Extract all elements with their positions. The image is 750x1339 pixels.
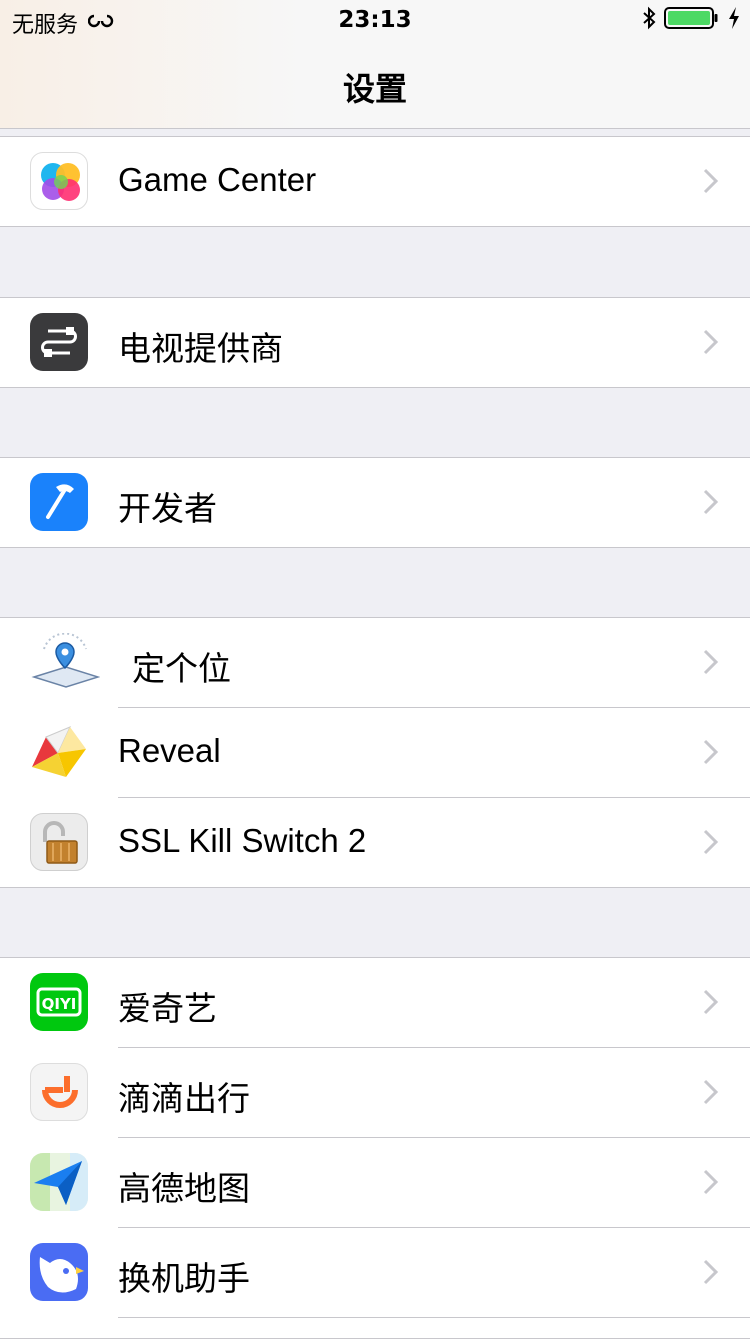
iqiyi-app-icon: QIYI bbox=[30, 973, 88, 1031]
settings-row-reveal[interactable]: Reveal bbox=[30, 708, 750, 798]
tv-provider-icon bbox=[30, 313, 88, 371]
navigation-bar: 设置 bbox=[0, 40, 750, 129]
settings-group-developer: 开发者 bbox=[0, 457, 750, 548]
settings-group-tweaks: 定个位 Reveal SSL Kill Switch 2 bbox=[0, 617, 750, 888]
chevron-right-icon bbox=[703, 649, 719, 675]
settings-row-game-center[interactable]: Game Center bbox=[30, 137, 750, 226]
row-label: Reveal bbox=[118, 732, 221, 769]
reveal-app-icon bbox=[30, 723, 88, 781]
chevron-right-icon bbox=[703, 1169, 719, 1195]
chevron-right-icon bbox=[703, 739, 719, 765]
chevron-right-icon bbox=[703, 1079, 719, 1105]
settings-group-apps: QIYI 爱奇艺 滴滴出行 高德地图 换机助手 bbox=[0, 957, 750, 1339]
settings-row-didi[interactable]: 滴滴出行 bbox=[30, 1048, 750, 1138]
page-title: 设置 bbox=[342, 70, 407, 108]
row-label: 换机助手 bbox=[118, 1260, 250, 1297]
didi-app-icon bbox=[30, 1063, 88, 1121]
settings-row-amap[interactable]: 高德地图 bbox=[30, 1138, 750, 1228]
bluetooth-icon bbox=[642, 6, 656, 36]
charging-bolt-icon bbox=[728, 6, 740, 36]
location-pin-icon bbox=[30, 633, 100, 691]
settings-row-ssl-kill-switch[interactable]: SSL Kill Switch 2 bbox=[30, 798, 750, 887]
settings-row-location[interactable]: 定个位 bbox=[30, 618, 750, 708]
settings-row-phone-clone[interactable]: 换机助手 bbox=[30, 1228, 750, 1318]
row-label: 高德地图 bbox=[118, 1170, 250, 1207]
settings-row-developer[interactable]: 开发者 bbox=[30, 458, 750, 547]
phone-clone-bird-icon bbox=[30, 1243, 88, 1301]
row-label: 滴滴出行 bbox=[118, 1080, 250, 1117]
chevron-right-icon bbox=[703, 168, 719, 194]
status-right bbox=[642, 6, 740, 36]
row-label: 开发者 bbox=[118, 490, 217, 527]
chevron-right-icon bbox=[703, 1259, 719, 1285]
battery-icon bbox=[664, 6, 720, 36]
clock: 23:13 bbox=[338, 7, 412, 33]
game-center-icon bbox=[30, 152, 88, 210]
chevron-right-icon bbox=[703, 829, 719, 855]
row-label: Game Center bbox=[118, 161, 317, 198]
row-label: 定个位 bbox=[132, 650, 231, 687]
chevron-right-icon bbox=[703, 989, 719, 1015]
row-label: 电视提供商 bbox=[118, 330, 283, 367]
row-label: SSL Kill Switch 2 bbox=[118, 822, 367, 859]
row-label: 爱奇艺 bbox=[118, 990, 217, 1027]
chevron-right-icon bbox=[703, 329, 719, 355]
settings-group-tv-provider: 电视提供商 bbox=[0, 297, 750, 388]
padlock-icon bbox=[30, 813, 88, 871]
settings-row-iqiyi[interactable]: QIYI 爱奇艺 bbox=[30, 958, 750, 1048]
settings-group-game-center: Game Center bbox=[0, 136, 750, 227]
status-bar: 无服务 23:13 bbox=[0, 0, 750, 40]
amap-navigation-icon bbox=[30, 1153, 88, 1211]
settings-row-tv-provider[interactable]: 电视提供商 bbox=[30, 298, 750, 387]
svg-text:QIYI: QIYI bbox=[42, 995, 77, 1013]
settings-row-partial[interactable] bbox=[118, 1318, 750, 1338]
developer-hammer-icon bbox=[30, 473, 88, 531]
chevron-right-icon bbox=[703, 489, 719, 515]
